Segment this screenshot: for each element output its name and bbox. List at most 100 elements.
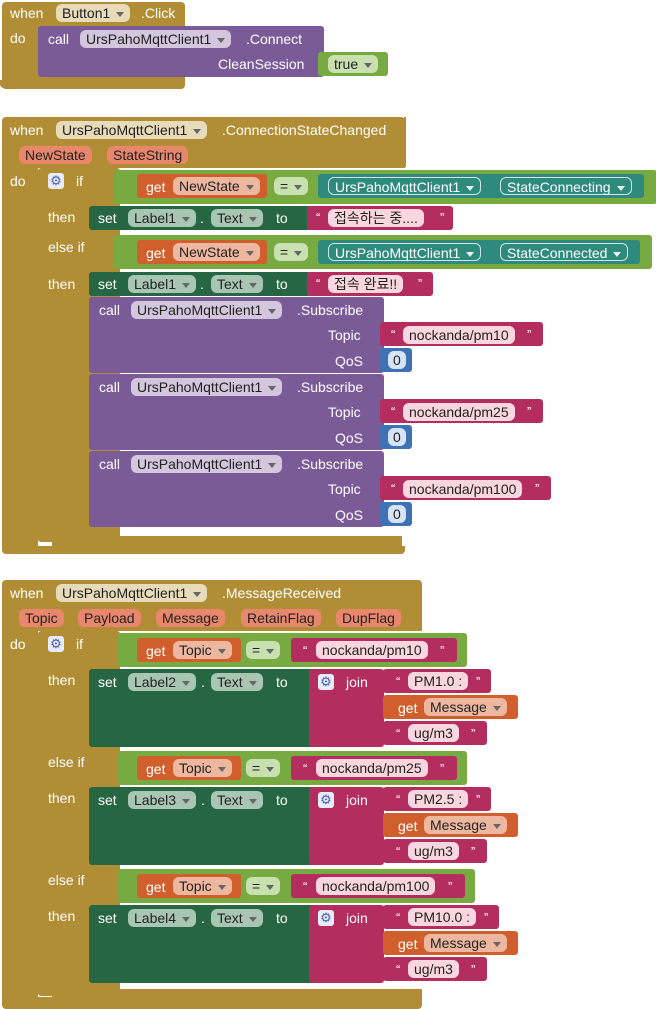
- text-field[interactable]: nockanda/pm25: [316, 759, 428, 777]
- operator-dropdown[interactable]: =: [246, 877, 281, 895]
- param-message[interactable]: Message: [156, 609, 225, 627]
- quote-open: “: [391, 327, 396, 342]
- get-keyword: get: [398, 700, 418, 716]
- chevron-down-icon: [492, 941, 501, 947]
- operator-dropdown[interactable]: =: [274, 243, 309, 261]
- variable-dropdown[interactable]: Topic: [173, 877, 232, 895]
- variable-dropdown[interactable]: Topic: [173, 759, 232, 777]
- param-statestring[interactable]: StateString: [107, 146, 189, 164]
- qos-number-field[interactable]: 0: [388, 505, 406, 523]
- quote-close: ”: [440, 643, 445, 658]
- do-keyword: do: [10, 636, 26, 652]
- gear-icon[interactable]: ⚙: [48, 173, 64, 189]
- method-name: .Connect: [246, 31, 303, 47]
- get-keyword: get: [146, 879, 166, 895]
- quote-open: “: [316, 210, 321, 225]
- chevron-down-icon: [182, 216, 191, 222]
- client-dropdown[interactable]: UrsPahoMqttClient1: [328, 243, 482, 261]
- label-dropdown[interactable]: Label1: [128, 275, 197, 293]
- text-field[interactable]: PM10.0 :: [408, 908, 477, 926]
- variable-dropdown[interactable]: Topic: [173, 641, 232, 659]
- param-retainflag[interactable]: RetainFlag: [241, 609, 321, 627]
- property-dropdown[interactable]: Text: [211, 275, 263, 293]
- variable-dropdown[interactable]: Message: [424, 698, 507, 716]
- label-dropdown[interactable]: Label1: [128, 209, 197, 227]
- get-keyword: get: [398, 818, 418, 834]
- chevron-down-icon: [248, 680, 257, 686]
- param-dupflag[interactable]: DupFlag: [336, 609, 401, 627]
- then-keyword: then: [48, 276, 76, 292]
- set-keyword: set: [98, 276, 117, 292]
- constant-dropdown[interactable]: StateConnecting: [500, 177, 632, 195]
- component-dropdown[interactable]: UrsPahoMqttClient1: [56, 121, 208, 139]
- label-dropdown[interactable]: Label3: [128, 791, 197, 809]
- chevron-down-icon: [182, 282, 191, 288]
- chevron-down-icon: [492, 823, 501, 829]
- chevron-down-icon: [248, 798, 257, 804]
- gear-icon[interactable]: ⚙: [318, 674, 334, 690]
- gear-icon[interactable]: ⚙: [318, 910, 334, 926]
- operator-dropdown[interactable]: =: [274, 177, 309, 195]
- quote-close: ”: [535, 481, 540, 496]
- variable-dropdown[interactable]: NewState: [173, 177, 260, 195]
- text-field[interactable]: ug/m3: [408, 960, 459, 978]
- text-field[interactable]: ug/m3: [408, 842, 459, 860]
- topic-text-field[interactable]: nockanda/pm100: [403, 480, 523, 498]
- property-dropdown[interactable]: Text: [211, 209, 263, 227]
- property-dropdown[interactable]: Text: [211, 673, 263, 691]
- if-keyword: if: [76, 173, 83, 189]
- topic-text-field[interactable]: nockanda/pm10: [403, 326, 515, 344]
- client-dropdown[interactable]: UrsPahoMqttClient1: [328, 177, 482, 195]
- client-dropdown[interactable]: UrsPahoMqttClient1: [131, 301, 283, 319]
- component-dropdown[interactable]: UrsPahoMqttClient1: [56, 584, 208, 602]
- component-dropdown[interactable]: Button1: [56, 4, 131, 22]
- client-dropdown[interactable]: UrsPahoMqttClient1: [131, 378, 283, 396]
- variable-dropdown[interactable]: Message: [424, 816, 507, 834]
- label-dropdown[interactable]: Label2: [128, 673, 197, 691]
- get-keyword: get: [398, 936, 418, 952]
- text-field[interactable]: PM2.5 :: [408, 790, 469, 808]
- property-dropdown[interactable]: Text: [211, 909, 263, 927]
- gear-icon[interactable]: ⚙: [318, 792, 334, 808]
- chevron-down-icon: [193, 128, 202, 134]
- gear-icon[interactable]: ⚙: [48, 636, 64, 652]
- quote-close: ”: [471, 726, 476, 741]
- operator-dropdown[interactable]: =: [246, 641, 281, 659]
- if-keyword: if: [76, 636, 83, 652]
- quote-open: “: [396, 792, 401, 807]
- operator-dropdown[interactable]: =: [246, 759, 281, 777]
- chevron-down-icon: [248, 216, 257, 222]
- chevron-down-icon: [268, 308, 277, 314]
- variable-dropdown[interactable]: Message: [424, 934, 507, 952]
- text-field[interactable]: ug/m3: [408, 724, 459, 742]
- text-field[interactable]: 접속하는 중....: [328, 209, 424, 227]
- get-keyword: get: [146, 179, 166, 195]
- text-field[interactable]: nockanda/pm10: [316, 641, 428, 659]
- param-newstate[interactable]: NewState: [19, 146, 92, 164]
- property-dropdown[interactable]: Text: [211, 791, 263, 809]
- qos-number-field[interactable]: 0: [388, 428, 406, 446]
- variable-dropdown[interactable]: NewState: [173, 243, 260, 261]
- text-field[interactable]: PM1.0 :: [408, 672, 469, 690]
- chevron-down-icon: [193, 591, 202, 597]
- topic-text-field[interactable]: nockanda/pm25: [403, 403, 515, 421]
- qos-number-field[interactable]: 0: [388, 351, 406, 369]
- quote-close: ”: [527, 404, 532, 419]
- text-field[interactable]: 접속 완료!!: [328, 275, 404, 293]
- chevron-down-icon: [266, 766, 275, 772]
- client-dropdown[interactable]: UrsPahoMqttClient1: [131, 455, 283, 473]
- constant-dropdown[interactable]: StateConnected: [500, 243, 629, 261]
- call-keyword: call: [48, 31, 70, 47]
- param-payload[interactable]: Payload: [78, 609, 141, 627]
- get-keyword: get: [146, 245, 166, 261]
- quote-open: “: [316, 276, 321, 291]
- chevron-down-icon: [294, 250, 303, 256]
- method-name: .Subscribe: [297, 302, 364, 318]
- label-dropdown[interactable]: Label4: [128, 909, 197, 927]
- param-topic[interactable]: Topic: [19, 609, 64, 627]
- chevron-down-icon: [245, 250, 254, 256]
- text-field[interactable]: nockanda/pm100: [316, 877, 436, 895]
- boolean-dropdown[interactable]: true: [328, 55, 379, 73]
- client-dropdown[interactable]: UrsPahoMqttClient1: [80, 30, 232, 48]
- join-keyword: join: [346, 910, 368, 926]
